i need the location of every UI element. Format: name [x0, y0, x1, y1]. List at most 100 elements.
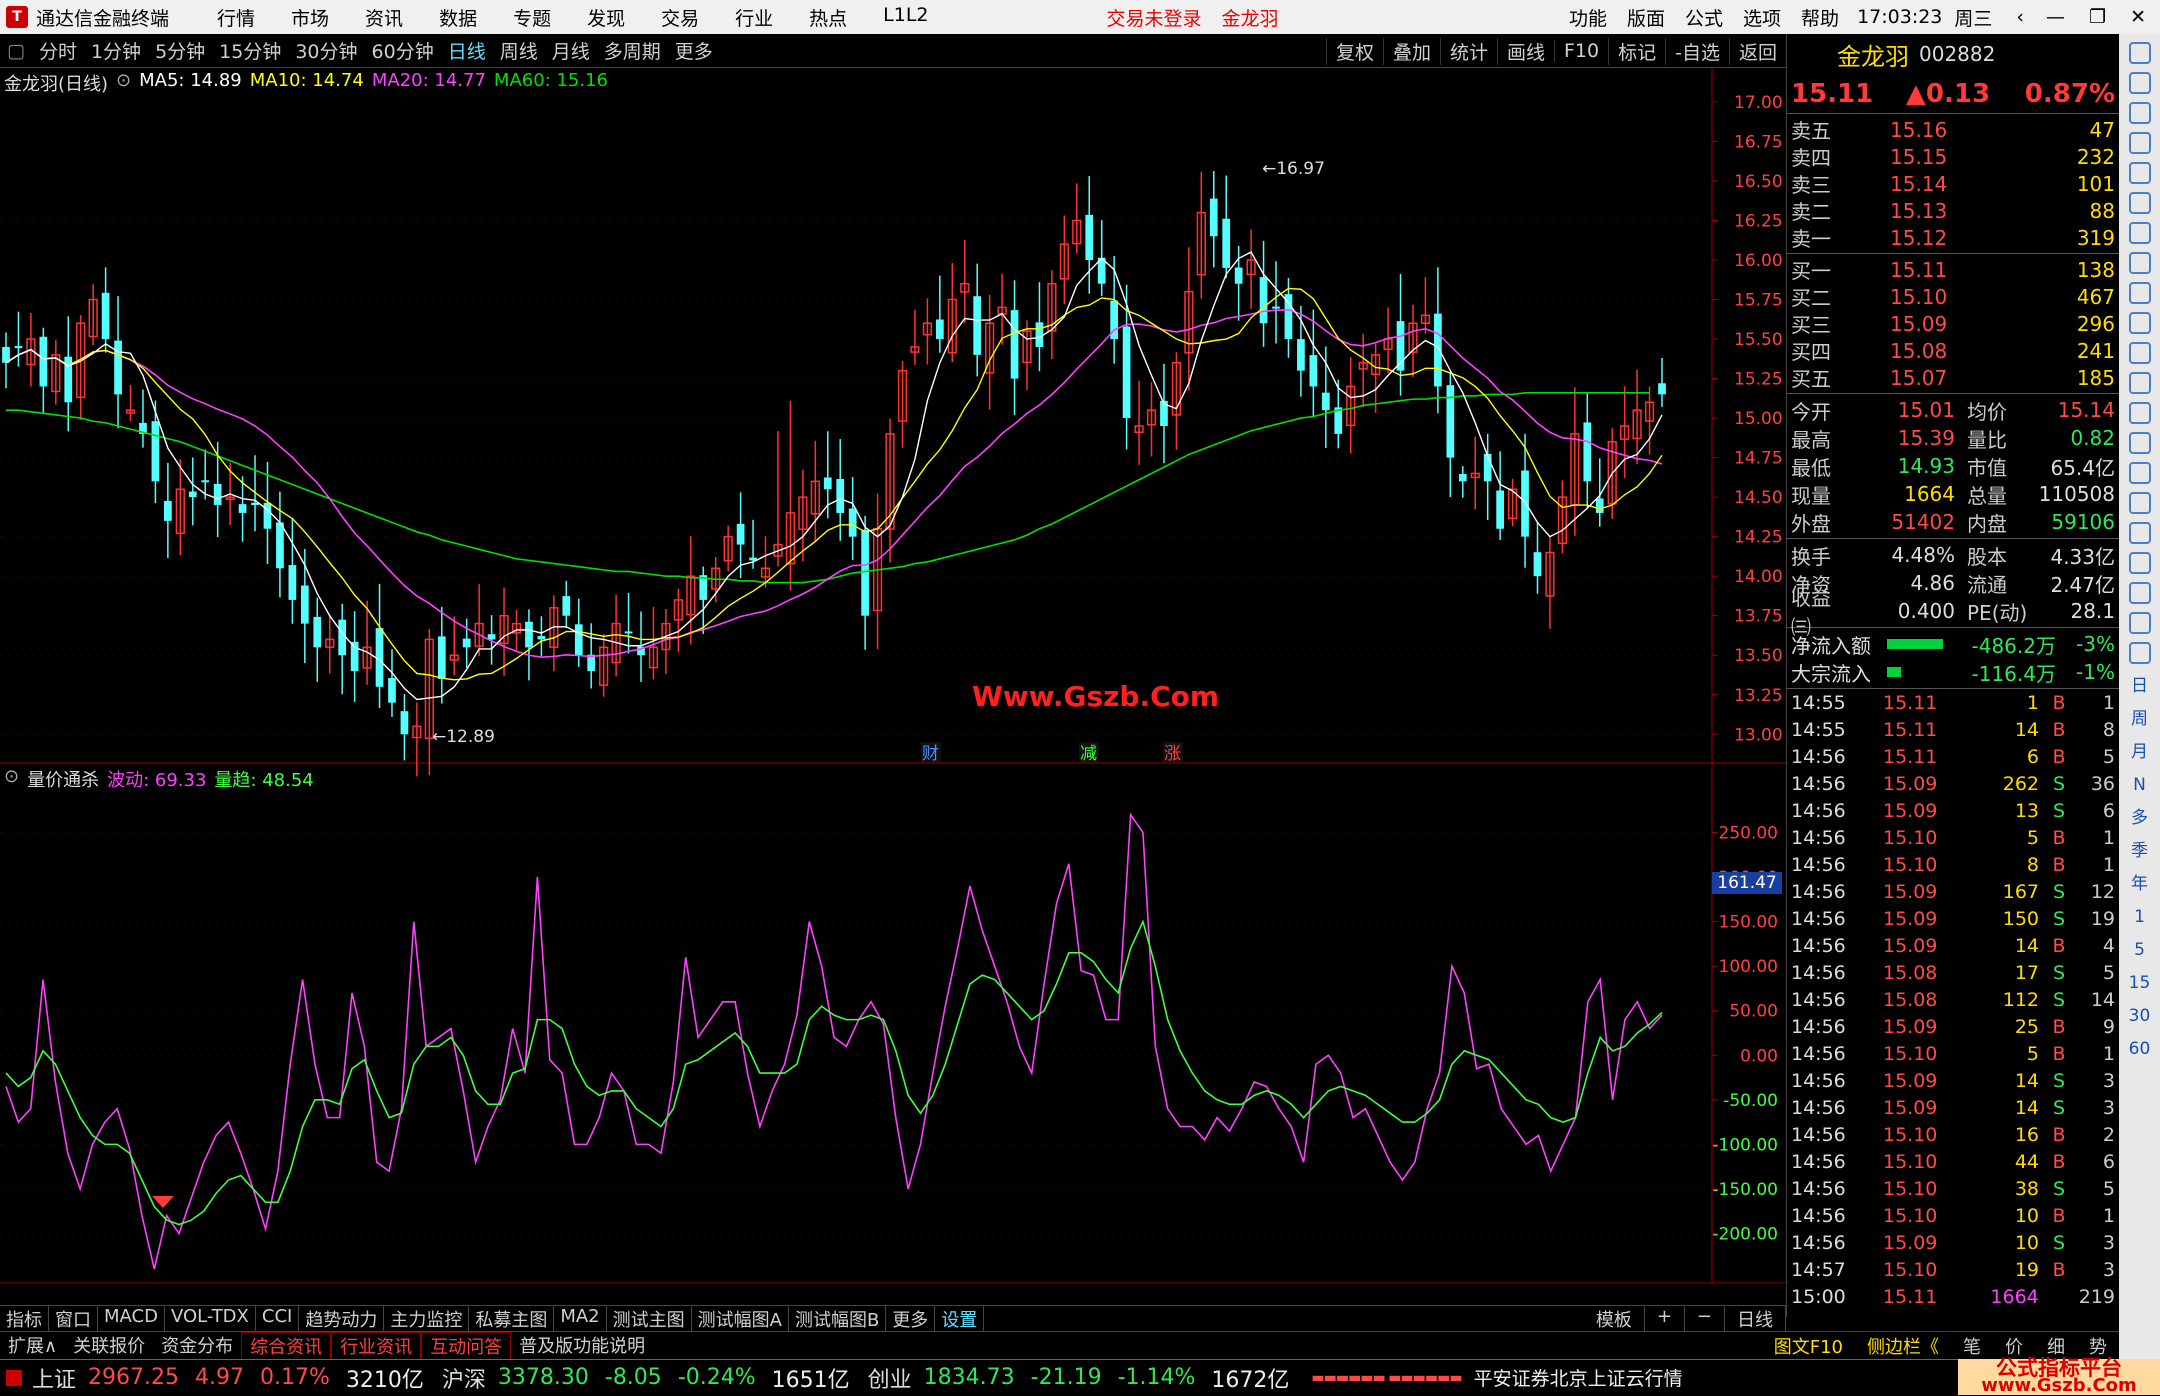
collapse-icon[interactable]: ⊙	[116, 70, 131, 96]
info-tab[interactable]: 互动问答	[421, 1331, 512, 1360]
info-tab[interactable]: 综合资讯	[241, 1331, 332, 1360]
sidebar-tool-icon[interactable]	[2128, 192, 2151, 214]
info-right-tab[interactable]: 价	[1993, 1333, 2035, 1359]
period-tab[interactable]: 60分钟	[365, 37, 441, 64]
sh-value[interactable]: 2967.25	[88, 1365, 179, 1390]
menu-item[interactable]: 发现	[587, 4, 625, 31]
chart-tool-button[interactable]: 画线	[1496, 37, 1554, 65]
sidebar-tool-icon[interactable]	[2128, 222, 2151, 244]
sidebar-tool-icon[interactable]	[2128, 582, 2151, 604]
sidebar-tool-icon[interactable]	[2128, 432, 2151, 454]
indicator-tab-control[interactable]: 模板	[1584, 1305, 1645, 1332]
info-right-tab[interactable]: 侧边栏《	[1855, 1333, 1951, 1359]
indicator-tab[interactable]: MACD	[98, 1305, 165, 1332]
tick-list[interactable]: 14:55 15.11 1 B 1 14:55 15.11 14 B 8 14:56 15.11 6 B 5…	[1787, 689, 2119, 1310]
period-shortcut[interactable]: 5	[2119, 934, 2160, 967]
indicator-tab[interactable]: 测试主图	[607, 1305, 692, 1332]
info-tab[interactable]: 关联报价	[65, 1332, 153, 1360]
indicator-tab[interactable]: 设置	[935, 1305, 985, 1332]
period-shortcut[interactable]: 年	[2119, 868, 2160, 901]
sidebar-tool-icon[interactable]	[2128, 72, 2151, 94]
indicator-tab-control[interactable]: 日线	[1725, 1305, 1786, 1332]
menu-right-item[interactable]: 版面	[1627, 4, 1665, 31]
period-shortcut[interactable]: 30	[2119, 1000, 2160, 1033]
chart-tool-button[interactable]: 叠加	[1382, 37, 1440, 65]
sidebar-tool-icon[interactable]	[2128, 462, 2151, 484]
indicator-tab[interactable]: 测试幅图A	[692, 1305, 789, 1332]
sidebar-tool-icon[interactable]	[2128, 42, 2151, 64]
menu-item[interactable]: 行情	[217, 4, 255, 31]
sidebar-tool-icon[interactable]	[2128, 282, 2151, 304]
menu-item[interactable]: 交易	[661, 4, 699, 31]
info-tab[interactable]: 扩展∧	[0, 1332, 65, 1360]
toolbar-toggle-icon[interactable]: ▢	[0, 40, 32, 62]
period-tab[interactable]: 周线	[493, 37, 545, 64]
info-tab[interactable]: 资金分布	[153, 1332, 241, 1360]
period-shortcut[interactable]: 季	[2119, 835, 2160, 868]
indicator-tab[interactable]: 窗口	[49, 1305, 98, 1332]
menu-item[interactable]: 市场	[291, 4, 329, 31]
indicator-tab[interactable]: 测试幅图B	[789, 1305, 887, 1332]
period-tab[interactable]: 多周期	[597, 37, 668, 64]
menu-item[interactable]: 热点	[809, 4, 847, 31]
info-right-tab[interactable]: 笔	[1951, 1333, 1993, 1359]
sidebar-tool-icon[interactable]	[2128, 612, 2151, 634]
menu-right-item[interactable]: 选项	[1743, 4, 1781, 31]
info-right-tab[interactable]: 图文F10	[1762, 1333, 1855, 1359]
chart-tool-button[interactable]: 统计	[1439, 37, 1497, 65]
period-tab[interactable]: 30分钟	[288, 37, 364, 64]
period-tab[interactable]: 5分钟	[148, 37, 212, 64]
sidebar-tool-icon[interactable]	[2128, 342, 2151, 364]
info-tab[interactable]: 行业资讯	[331, 1331, 422, 1360]
period-shortcut[interactable]: 15	[2119, 967, 2160, 1000]
back-icon[interactable]: ‹	[2016, 6, 2024, 28]
period-tab[interactable]: 日线	[441, 37, 493, 64]
period-shortcut[interactable]: 1	[2119, 901, 2160, 934]
menu-alert[interactable]: 交易未登录	[1107, 4, 1202, 31]
sidebar-tool-icon[interactable]	[2128, 312, 2151, 334]
chart-canvas[interactable]: 17.00 16.75 16.50 16.25 16.00 15.75 15.50 15.25…	[0, 68, 1786, 1283]
indicator-tab[interactable]: 指标	[0, 1305, 49, 1332]
sidebar-tool-icon[interactable]	[2128, 252, 2151, 274]
restore-icon[interactable]: ❐	[2089, 6, 2106, 28]
info-right-tab[interactable]: 细	[2035, 1333, 2077, 1359]
menu-right-item[interactable]: 公式	[1685, 4, 1723, 31]
period-tab[interactable]: 1分钟	[84, 37, 148, 64]
sidebar-tool-icon[interactable]	[2128, 102, 2151, 124]
menu-item[interactable]: 资讯	[365, 4, 403, 31]
collapse-icon[interactable]: ⊙	[4, 766, 19, 792]
period-shortcut[interactable]: N	[2119, 769, 2160, 802]
chart-tool-button[interactable]: -自选	[1665, 37, 1729, 65]
info-right-tab[interactable]: 势	[2077, 1333, 2119, 1359]
indicator-tab[interactable]: MA2	[554, 1305, 607, 1332]
chart-tool-button[interactable]: 标记	[1608, 37, 1665, 65]
minimize-icon[interactable]: —	[2046, 6, 2065, 28]
menu-right-item[interactable]: 功能	[1569, 4, 1607, 31]
period-shortcut[interactable]: 周	[2119, 703, 2160, 736]
menu-right-item[interactable]: 帮助	[1801, 4, 1839, 31]
sidebar-tool-icon[interactable]	[2128, 642, 2151, 664]
sidebar-tool-icon[interactable]	[2128, 372, 2151, 394]
info-tab[interactable]: 普及版功能说明	[511, 1332, 653, 1360]
period-tab[interactable]: 15分钟	[212, 37, 288, 64]
chart-tool-button[interactable]: F10	[1554, 40, 1608, 62]
indicator-tab-control[interactable]: +	[1645, 1305, 1685, 1332]
period-shortcut[interactable]: 多	[2119, 802, 2160, 835]
menu-item[interactable]: 行业	[735, 4, 773, 31]
menu-alert[interactable]: 金龙羽	[1222, 4, 1279, 31]
chart-area[interactable]: 17.00 16.75 16.50 16.25 16.00 15.75 15.50 15.25…	[0, 68, 1786, 1283]
period-tab[interactable]: 月线	[545, 37, 597, 64]
chart-tool-button[interactable]: 复权	[1325, 37, 1383, 65]
sidebar-tool-icon[interactable]	[2128, 522, 2151, 544]
indicator-tab[interactable]: 趋势动力	[299, 1305, 385, 1332]
indicator-tab[interactable]: 主力监控	[384, 1305, 470, 1332]
period-tab[interactable]: 更多	[668, 37, 720, 64]
period-tab[interactable]: 分时	[32, 37, 84, 64]
menu-item[interactable]: 专题	[513, 4, 551, 31]
indicator-tab-control[interactable]: −	[1685, 1305, 1725, 1332]
chart-tool-button[interactable]: 返回	[1728, 37, 1786, 65]
hs-value[interactable]: 3378.30	[498, 1365, 589, 1390]
indicator-tab[interactable]: VOL-TDX	[165, 1305, 256, 1332]
menu-item[interactable]: 数据	[439, 4, 477, 31]
cy-value[interactable]: 1834.73	[924, 1365, 1015, 1390]
